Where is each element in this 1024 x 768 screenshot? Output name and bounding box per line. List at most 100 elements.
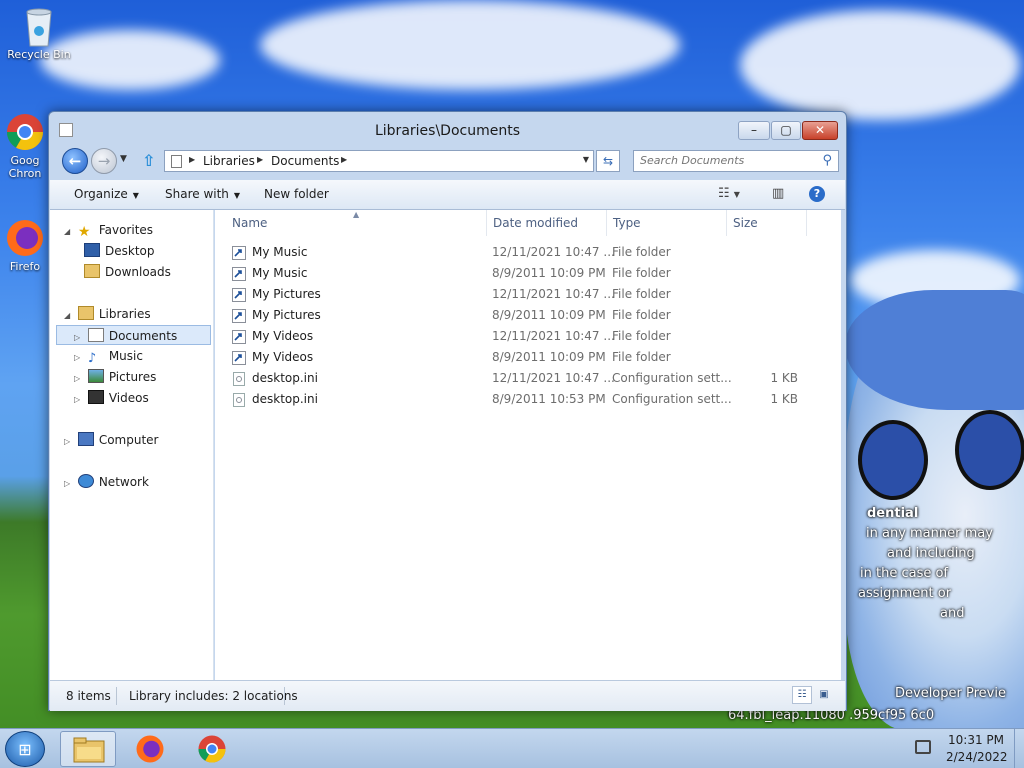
file-type: File folder [612, 287, 671, 301]
search-box[interactable]: ⚲ [633, 150, 839, 172]
tree-item-documents[interactable]: ▷ Documents [56, 325, 211, 345]
organize-button[interactable]: Organize ▼ [74, 187, 139, 201]
close-button[interactable]: ✕ [802, 121, 838, 140]
file-name: desktop.ini [252, 392, 318, 406]
new-folder-button[interactable]: New folder [264, 187, 329, 201]
recycle-bin-icon [19, 6, 59, 47]
column-divider[interactable] [726, 210, 727, 236]
column-divider[interactable] [606, 210, 607, 236]
clock-time[interactable]: 10:31 PM [948, 733, 1004, 747]
desktop-icon-label: Recycle Bin [7, 48, 71, 61]
start-button[interactable]: ⊞ [5, 731, 45, 767]
taskbar-explorer-button[interactable] [60, 731, 116, 767]
forward-button[interactable]: → [91, 148, 117, 174]
show-desktop-button[interactable] [1014, 729, 1024, 768]
expand-icon[interactable]: ▷ [74, 328, 84, 348]
file-type: File folder [612, 245, 671, 259]
desktop-icon-chrome[interactable]: Goog Chron [0, 112, 50, 180]
folder-shortcut-icon [232, 288, 246, 302]
breadcrumb-documents[interactable]: Documents [271, 154, 339, 168]
chevron-right-icon[interactable]: ▶ [189, 155, 195, 164]
tree-item-downloads[interactable]: Downloads [84, 262, 171, 282]
title-bar[interactable]: Libraries\Documents – ▢ ✕ [49, 112, 846, 148]
status-divider [284, 687, 285, 705]
column-divider[interactable] [806, 210, 807, 236]
tree-label: Desktop [105, 244, 155, 258]
tree-item-music[interactable]: ▷ ♪ Music [74, 346, 143, 366]
tree-item-network[interactable]: ▷ Network [64, 472, 149, 492]
help-button[interactable]: ? [809, 186, 825, 202]
preview-pane-button[interactable]: ▥ [772, 186, 784, 201]
file-row[interactable]: My Music 12/11/2021 10:47 ... File folder [215, 242, 835, 263]
details-view-button[interactable]: ☷ [792, 686, 812, 704]
wallpaper-cloud [260, 0, 680, 90]
navigation-bar: ← → ▼ ⇧ ▶ Libraries ▶ Documents ▶ ▼ ⇆ ⚲ [49, 148, 846, 180]
tree-item-videos[interactable]: ▷ Videos [74, 388, 149, 408]
search-icon[interactable]: ⚲ [822, 153, 832, 168]
file-type: Configuration sett... [612, 371, 732, 385]
share-with-button[interactable]: Share with ▼ [165, 187, 240, 201]
column-header-type[interactable]: Type [613, 216, 641, 230]
desktop-icon-firefox[interactable]: Firefo [0, 218, 50, 273]
up-button[interactable]: ⇧ [142, 151, 155, 170]
folder-shortcut-icon [232, 246, 246, 260]
folder-shortcut-icon [232, 330, 246, 344]
expand-icon[interactable]: ▷ [64, 474, 74, 494]
column-header-size[interactable]: Size [733, 216, 758, 230]
address-bar[interactable]: ▶ Libraries ▶ Documents ▶ ▼ [164, 150, 594, 172]
expand-icon[interactable]: ▷ [74, 390, 84, 410]
file-name: My Pictures [252, 308, 321, 322]
file-row[interactable]: My Videos 12/11/2021 10:47 ... File folder [215, 326, 835, 347]
expand-icon[interactable]: ◢ [64, 306, 74, 326]
tree-label: Computer [98, 433, 159, 447]
organize-label: Organize [74, 187, 128, 201]
libraries-icon [77, 306, 94, 320]
file-row[interactable]: My Videos 8/9/2011 10:09 PM File folder [215, 347, 835, 368]
expand-icon[interactable]: ◢ [64, 222, 74, 242]
navigation-pane: ◢ ★ Favorites Desktop Downloads ◢ Librari… [50, 210, 214, 680]
windows-logo-icon: ⊞ [18, 740, 32, 759]
file-row[interactable]: desktop.ini 12/11/2021 10:47 ... Configura… [215, 368, 835, 389]
config-file-icon [232, 393, 246, 407]
expand-icon[interactable]: ▷ [64, 432, 74, 452]
file-row[interactable]: desktop.ini 8/9/2011 10:53 PM Configuratio… [215, 389, 835, 410]
minimize-button[interactable]: – [738, 121, 770, 140]
large-icons-view-button[interactable]: ▣ [814, 686, 834, 704]
maximize-button[interactable]: ▢ [771, 121, 801, 140]
address-dropdown-icon[interactable]: ▼ [583, 155, 589, 164]
network-tray-icon[interactable] [915, 740, 931, 754]
taskbar-firefox-button[interactable] [122, 731, 178, 767]
recent-locations-dropdown[interactable]: ▼ [120, 154, 127, 164]
tree-item-libraries[interactable]: ◢ Libraries [64, 304, 151, 324]
clock-date[interactable]: 2/24/2022 [946, 750, 1008, 764]
file-row[interactable]: My Pictures 12/11/2021 10:47 ... File fold… [215, 284, 835, 305]
chevron-right-icon[interactable]: ▶ [257, 155, 263, 164]
column-header-name[interactable]: Name [232, 216, 267, 230]
taskbar-chrome-button[interactable] [184, 731, 240, 767]
explorer-window: Libraries\Documents – ▢ ✕ ← → ▼ ⇧ ▶ Libr… [48, 111, 847, 711]
change-view-button[interactable]: ☷ ▼ [718, 186, 740, 201]
refresh-button[interactable]: ⇆ [596, 150, 620, 172]
column-header-date-modified[interactable]: Date modified [493, 216, 578, 230]
chevron-right-icon[interactable]: ▶ [341, 155, 347, 164]
column-divider[interactable] [486, 210, 487, 236]
expand-icon[interactable]: ▷ [74, 369, 84, 389]
desktop-icon-recycle-bin[interactable]: Recycle Bin [4, 6, 74, 61]
search-input[interactable] [640, 154, 810, 167]
library-locations: Library includes: 2 locations [129, 689, 298, 703]
file-row[interactable]: My Music 8/9/2011 10:09 PM File folder [215, 263, 835, 284]
expand-icon[interactable]: ▷ [74, 348, 84, 368]
command-bar: Organize ▼ Share with ▼ New folder ☷ ▼ ▥ ? [50, 180, 845, 210]
back-button[interactable]: ← [62, 148, 88, 174]
file-name: desktop.ini [252, 371, 318, 385]
tree-item-favorites[interactable]: ◢ ★ Favorites [64, 220, 153, 240]
tree-item-desktop[interactable]: Desktop [84, 241, 155, 261]
tree-item-computer[interactable]: ▷ Computer [64, 430, 158, 450]
file-row[interactable]: My Pictures 8/9/2011 10:09 PM File folder [215, 305, 835, 326]
file-list: ▲ Name Date modified Type Size My Music 1… [215, 210, 841, 680]
folder-shortcut-icon [232, 351, 246, 365]
tree-label: Music [108, 349, 143, 363]
breadcrumb-libraries[interactable]: Libraries [203, 154, 255, 168]
file-type: File folder [612, 308, 671, 322]
tree-item-pictures[interactable]: ▷ Pictures [74, 367, 156, 387]
